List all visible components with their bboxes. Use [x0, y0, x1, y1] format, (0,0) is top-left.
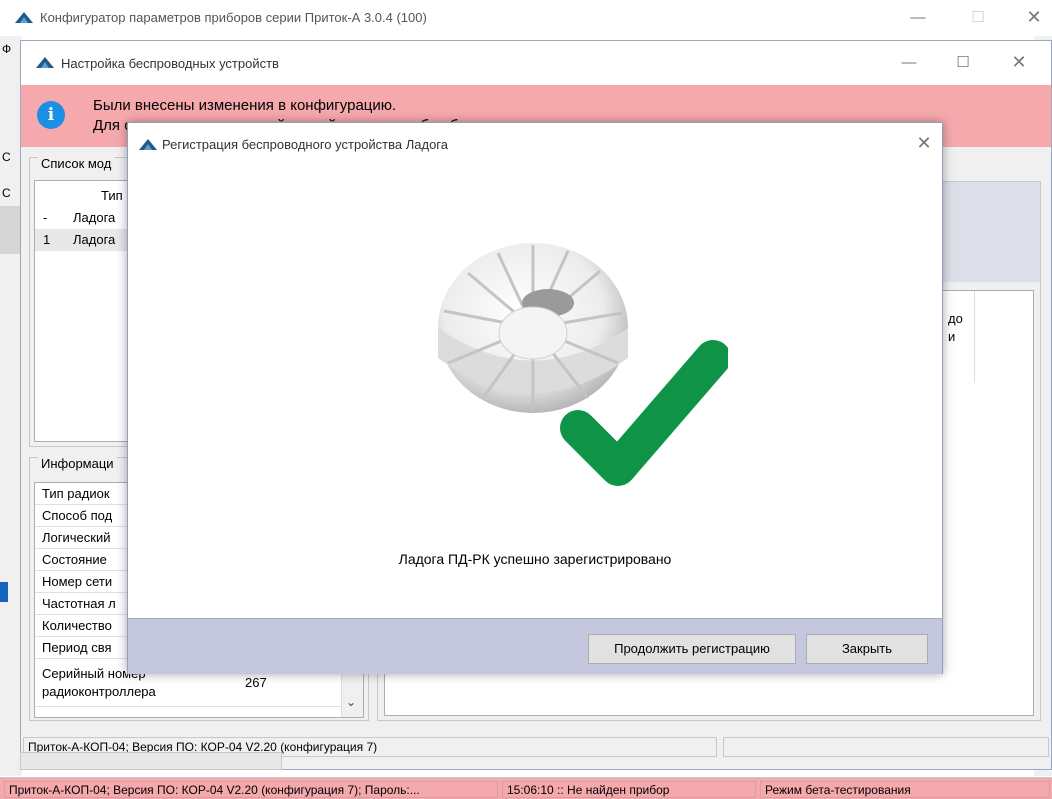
main-maximize-button[interactable]: ☐	[958, 8, 998, 28]
property-label: Способ под	[42, 508, 113, 523]
main-selection-marker	[0, 582, 8, 602]
property-label: Период свя	[42, 640, 112, 655]
main-fragment-c2: С	[2, 186, 11, 200]
main-minimize-button[interactable]: —	[898, 8, 938, 28]
property-label: Количество	[42, 618, 112, 633]
status-bar: Приток-А-КОП-04; Версия ПО: КОР-04 V2.20…	[0, 777, 1052, 799]
info-line-1: Были внесены изменения в конфигурацию.	[93, 97, 397, 114]
app-logo-icon	[139, 139, 157, 150]
list-item-num: 1	[43, 232, 51, 247]
status-device: Приток-А-КОП-04; Версия ПО: КОР-04 V2.20…	[4, 781, 498, 798]
property-label: Номер сети	[42, 574, 113, 589]
inner-status-bar-right	[723, 737, 1049, 757]
right-column-text-2: и	[948, 329, 956, 344]
status-mode: Режим бета-тестирования	[760, 781, 1050, 798]
wireless-maximize-button[interactable]: ☐	[943, 53, 983, 73]
success-message: Ладога ПД-РК успешно зарегистрировано	[398, 551, 672, 567]
property-label: Тип радиок	[42, 486, 110, 501]
info-group-title: Информаци	[38, 456, 117, 471]
main-fragment-c: С	[2, 150, 11, 164]
registration-dialog: Регистрация беспроводного устройства Лад…	[127, 122, 943, 674]
list-item-type: Ладога	[73, 232, 116, 247]
dialog-title: Регистрация беспроводного устройства Лад…	[162, 137, 448, 152]
app-logo-icon	[15, 12, 33, 23]
property-label: Частотная л	[42, 596, 116, 611]
list-item-type: Ладога	[73, 210, 116, 225]
smoke-detector-image	[438, 243, 728, 486]
modules-group-title: Список мод	[38, 156, 115, 171]
wireless-window-title: Настройка беспроводных устройств	[61, 56, 279, 71]
status-time: 15:06:10 :: Не найден прибор	[502, 781, 756, 798]
scroll-down-icon[interactable]: ⌄	[346, 695, 356, 709]
right-column: до и	[941, 291, 975, 383]
app-logo-icon	[36, 57, 54, 68]
main-titlebar: Конфигуратор параметров приборов серии П…	[0, 0, 1052, 36]
continue-registration-button[interactable]: Продолжить регистрацию	[588, 634, 796, 664]
dialog-close-button[interactable]: ✕	[904, 133, 944, 153]
main-close-button[interactable]: ✕	[1014, 7, 1052, 27]
wireless-close-button[interactable]: ✕	[999, 52, 1039, 72]
wireless-titlebar: Настройка беспроводных устройств — ☐ ✕	[21, 41, 1051, 85]
main-window-title: Конфигуратор параметров приборов серии П…	[40, 10, 427, 25]
property-label-cont: радиоконтроллера	[42, 684, 156, 699]
main-menu-fragment[interactable]: Ф	[2, 42, 11, 56]
wireless-minimize-button[interactable]: —	[889, 53, 929, 73]
list-header-type[interactable]: Тип	[101, 185, 123, 207]
main-background-left: Ф С С	[0, 36, 22, 776]
dialog-titlebar: Регистрация беспроводного устройства Лад…	[128, 123, 942, 167]
main-horizontal-scrollbar[interactable]	[20, 752, 282, 770]
list-item-num: -	[43, 210, 48, 225]
right-column-text: до	[948, 311, 963, 326]
property-label: Логический	[42, 530, 111, 545]
property-label: Состояние	[42, 552, 107, 567]
main-left-panel	[0, 206, 20, 254]
serial-value: 267	[245, 675, 267, 690]
info-icon: i	[37, 101, 65, 129]
dialog-footer: Продолжить регистрацию Закрыть	[128, 618, 942, 674]
dialog-close-action-button[interactable]: Закрыть	[806, 634, 928, 664]
